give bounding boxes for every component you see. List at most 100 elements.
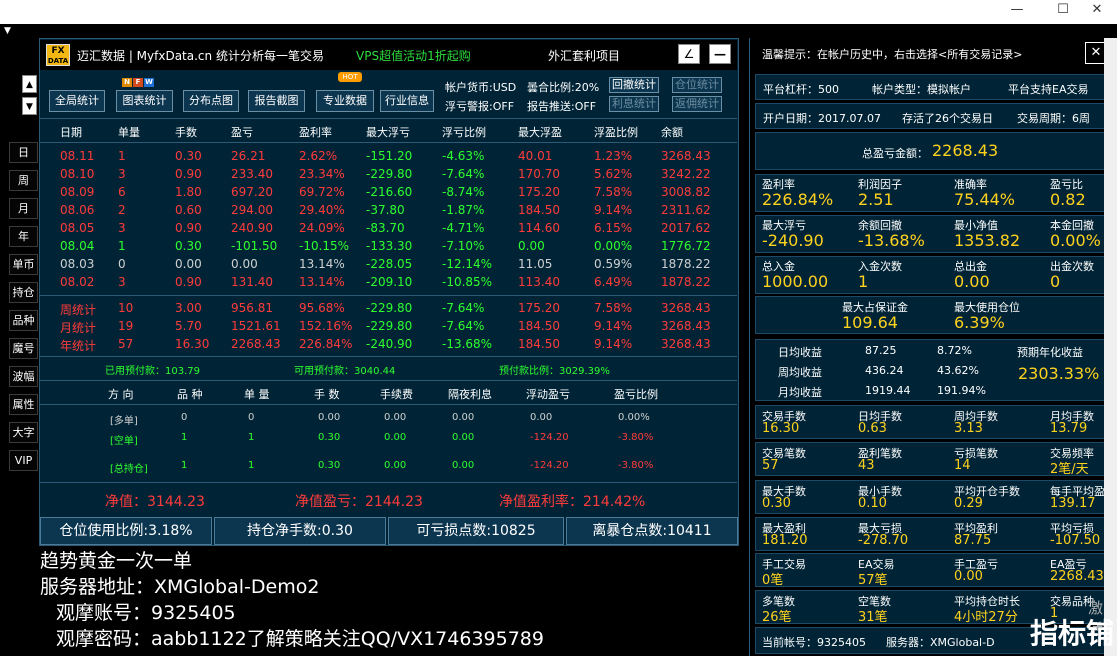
rebate-stats-button[interactable]: 返佣统计 [672, 96, 722, 112]
grid-value-2-0: 0.30 [762, 496, 791, 511]
sidebar-button-2[interactable]: 月 [9, 198, 38, 219]
position-stats-button[interactable]: 仓位统计 [672, 77, 722, 93]
toolbar-button-1[interactable]: 图表统计 [116, 90, 173, 112]
trade-cell: -37.80 [366, 203, 405, 217]
sidebar-button-1[interactable]: 周 [9, 170, 38, 191]
earnings-label-1: 周均收益 [778, 366, 822, 379]
position-usage: 仓位使用比例:3.18% [40, 517, 212, 545]
summary-cell: 3.00 [175, 301, 202, 315]
summary-cell: 3268.43 [661, 319, 711, 333]
trade-cell: 11.05 [518, 257, 553, 271]
sidebar-button-3[interactable]: 年 [9, 226, 38, 247]
sidebar-button-9[interactable]: 属性 [9, 394, 38, 415]
trade-cell: 13.14% [299, 275, 345, 289]
net-profit-rate: 净值盈利率：214.42% [499, 494, 646, 510]
new-badge: N [122, 78, 132, 87]
summary-cell: -240.90 [366, 337, 413, 351]
leverage: 平台杠杆：500 [763, 83, 839, 96]
grid-value-2-3: 139.17 [1050, 496, 1096, 511]
sidebar-button-6[interactable]: 品种 [9, 310, 38, 331]
edit-icon[interactable]: ∠ [678, 44, 700, 64]
summary-cell: 9.14% [594, 319, 633, 333]
grid-value-3-2: 87.75 [954, 533, 992, 548]
fxdata-logo: FX DATA [46, 44, 70, 66]
dropdown-arrow-icon[interactable]: ▼ [4, 26, 11, 36]
stats1-value-2: 75.44% [954, 190, 1016, 209]
grid-value-5-0: 26笔 [762, 610, 792, 625]
close-icon[interactable]: ✕ [1074, 0, 1117, 22]
grid-value-2-2: 0.29 [954, 496, 983, 511]
stats3-value-3: 0 [1050, 272, 1061, 291]
trade-cell: 131.40 [231, 275, 273, 289]
current-account: 当前帐号：9325405 [762, 636, 866, 649]
trade-days: 存活了26个交易日 [902, 112, 993, 125]
trade-cell: 5.62% [594, 167, 633, 181]
scroll-down-button[interactable]: ▼ [22, 97, 37, 115]
stats2-value-3: 0.00% [1050, 231, 1101, 250]
trade-header-0: 日期 [60, 126, 82, 139]
summary-cell: 956.81 [231, 301, 273, 315]
position-cell: 1 [248, 460, 255, 471]
sidebar-button-5[interactable]: 持仓 [9, 282, 38, 303]
trade-cell: 29.40% [299, 203, 345, 217]
trade-cell: -1.87% [442, 203, 485, 217]
watch-account: 观摩账号：9325405 [56, 602, 236, 624]
grid-value-1-1: 43 [858, 458, 875, 473]
trade-cell: -7.10% [442, 239, 485, 253]
forex-project-link[interactable]: 外汇套利项目 [548, 47, 620, 64]
trade-cell: 0.00 [175, 257, 202, 271]
trade-cell: 170.70 [518, 167, 560, 181]
summary-cell: 1521.61 [231, 319, 281, 333]
sidebar-button-11[interactable]: VIP [9, 450, 38, 471]
grid-value-0-3: 13.79 [1050, 421, 1088, 436]
sidebar-button-7[interactable]: 魔号 [9, 338, 38, 359]
w-badge: W [144, 78, 154, 87]
position-cell: 0.00 [452, 432, 475, 443]
toolbar-button-4[interactable]: 专业数据 [316, 90, 374, 112]
toolbar-button-5[interactable]: 行业信息 [380, 90, 434, 112]
trade-cell: -8.74% [442, 185, 485, 199]
position-header-5: 隔夜利息 [448, 388, 492, 401]
interest-stats-button[interactable]: 利息统计 [609, 96, 659, 112]
grid-value-0-0: 16.30 [762, 421, 800, 436]
trade-cell: -101.50 [231, 239, 278, 253]
trade-header-2: 手数 [175, 126, 197, 139]
collapse-button[interactable]: — [709, 44, 731, 64]
minimize-icon[interactable]: — [994, 0, 1040, 22]
trade-header-9: 余额 [661, 126, 683, 139]
available-margin: 可用预付款：3040.44 [294, 366, 396, 377]
position-cell: 1 [248, 432, 255, 443]
trade-cell: 40.01 [518, 149, 553, 163]
drawdown-stats-button[interactable]: 回撤统计 [609, 77, 659, 93]
sidebar-button-8[interactable]: 波幅 [9, 366, 38, 387]
trade-cell: 0.00% [594, 239, 633, 253]
position-cell: 0 [248, 412, 255, 423]
toolbar-button-2[interactable]: 分布点图 [183, 90, 239, 112]
vps-promo-link[interactable]: VPS超值活动1折起购 [356, 47, 471, 64]
grid-value-5-2: 4小时27分 [954, 610, 1018, 625]
trade-cell: 697.20 [231, 185, 273, 199]
vertical-scrollbar[interactable] [1104, 38, 1117, 656]
scroll-up-button[interactable]: ▲ [22, 75, 37, 93]
trade-cell: 08.10 [60, 167, 95, 181]
trade-cell: 1878.22 [661, 275, 711, 289]
trade-cell: 0.30 [175, 239, 202, 253]
toolbar-button-0[interactable]: 全局统计 [49, 90, 105, 112]
trade-cell: 0.90 [175, 221, 202, 235]
sidebar-button-4[interactable]: 单币 [9, 254, 38, 275]
position-cell: 0.00 [452, 412, 475, 423]
sidebar-button-10[interactable]: 大字 [9, 422, 38, 443]
account-type: 帐户类型：模拟帐户 [872, 83, 971, 96]
trade-cell: 114.60 [518, 221, 560, 235]
earnings-rate-2: 191.94% [937, 384, 986, 397]
trade-cell: 0.60 [175, 203, 202, 217]
stats2-value-1: -13.68% [858, 231, 925, 250]
sidebar-button-0[interactable]: 日 [9, 142, 38, 163]
server-name: 服务器：XMGlobal-D [886, 636, 995, 649]
grid-value-5-1: 31笔 [858, 610, 888, 625]
summary-cell: 95.68% [299, 301, 345, 315]
trade-cell: -209.10 [366, 275, 413, 289]
toolbar-button-3[interactable]: 报告截图 [248, 90, 305, 112]
trade-cell: 3 [118, 221, 126, 235]
stats4-value-1: 6.39% [954, 313, 1005, 332]
